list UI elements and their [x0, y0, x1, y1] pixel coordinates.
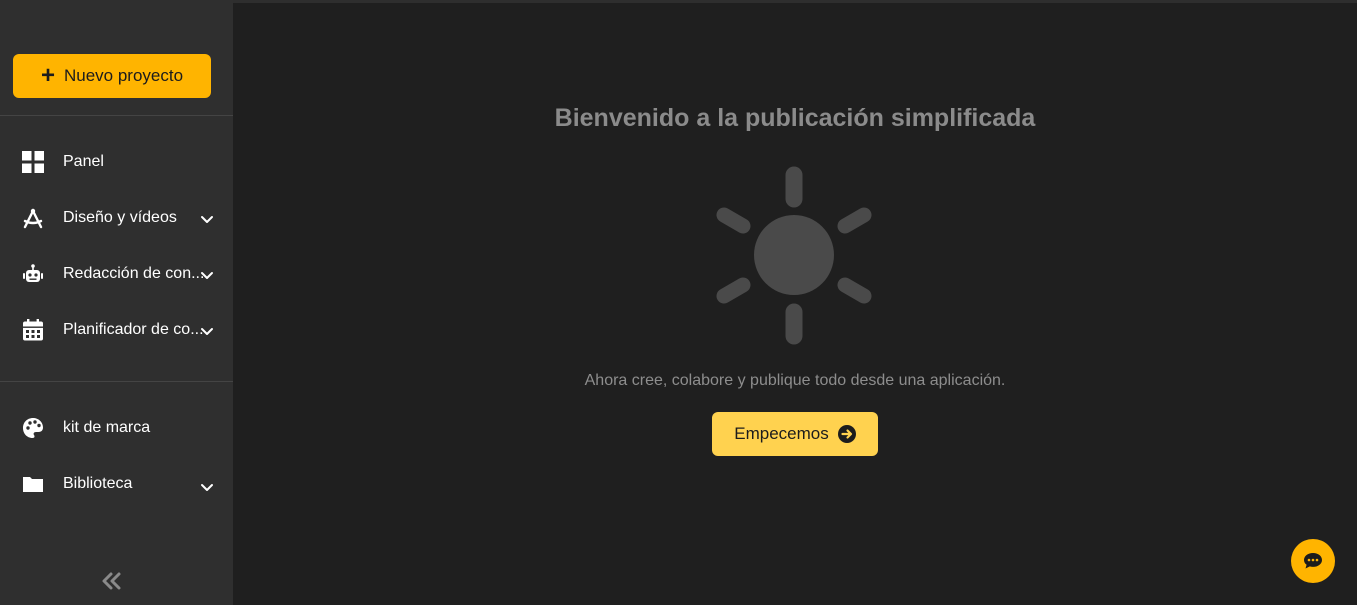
sun-icon [716, 166, 872, 345]
chevron-down-icon [201, 272, 213, 279]
sidebar-item-design-videos[interactable]: Diseño y vídeos [0, 196, 233, 240]
chevron-down-icon [201, 328, 213, 335]
arrow-circle-right-icon [837, 425, 856, 443]
sidebar-item-label: Diseño y vídeos [63, 209, 177, 226]
chat-button[interactable] [1291, 539, 1335, 583]
plus-icon: + [40, 62, 55, 89]
page-title: Bienvenido a la publicación simplificada [554, 104, 1036, 132]
sidebar: + Nuevo proyecto Panel Diseño y vídeos R… [0, 0, 233, 605]
dashboard-icon [21, 150, 45, 174]
calendar-icon [21, 318, 45, 342]
sidebar-divider [0, 115, 233, 116]
chevron-down-icon [201, 216, 213, 223]
sidebar-item-label: Planificador de co... [63, 321, 203, 338]
chat-bubble-icon [1304, 553, 1322, 569]
compass-pen-icon [21, 206, 45, 230]
sidebar-item-content-planner[interactable]: Planificador de co... [0, 308, 233, 352]
chevron-down-icon [201, 484, 213, 491]
new-project-label: Nuevo proyecto [63, 66, 184, 85]
sidebar-item-library[interactable]: Biblioteca [0, 462, 233, 506]
get-started-label: Empecemos [734, 424, 829, 443]
sidebar-item-label: Panel [63, 153, 104, 170]
sidebar-item-label: Redacción de con... [63, 265, 203, 282]
sidebar-item-copywriting[interactable]: Redacción de con... [0, 252, 233, 296]
sidebar-divider [0, 381, 233, 382]
palette-icon [21, 416, 45, 440]
sidebar-item-label: kit de marca [63, 419, 151, 436]
sidebar-item-label: Biblioteca [63, 475, 133, 492]
double-chevron-left-icon[interactable] [100, 570, 124, 592]
sidebar-item-brand-kit[interactable]: kit de marca [0, 406, 233, 450]
page-subtitle: Ahora cree, colabore y publique todo des… [584, 372, 1006, 389]
top-border [233, 0, 1357, 3]
get-started-button[interactable]: Empecemos [712, 412, 878, 456]
folder-icon [21, 472, 45, 496]
new-project-button[interactable]: + Nuevo proyecto [13, 54, 211, 98]
robot-icon [21, 262, 45, 286]
sidebar-item-panel[interactable]: Panel [0, 140, 233, 184]
